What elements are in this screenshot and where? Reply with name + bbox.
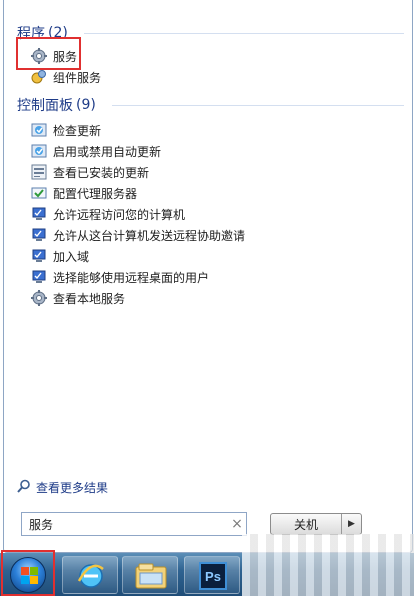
search-input[interactable]: 服务 × — [21, 512, 247, 536]
highlight-box — [16, 37, 81, 70]
installed-updates-icon — [31, 164, 47, 180]
see-more-results-link[interactable]: 查看更多结果 — [17, 478, 108, 496]
system-icon — [31, 248, 47, 264]
result-item-label: 启用或禁用自动更新 — [53, 144, 162, 159]
blurred-watermark — [242, 534, 414, 596]
remote-access-icon — [31, 206, 47, 222]
taskbar-photoshop-button[interactable]: Ps — [184, 556, 240, 594]
windows-update-icon — [31, 143, 47, 159]
triangle-right-icon[interactable]: ▶ — [341, 514, 361, 534]
remote-assist-icon — [31, 227, 47, 243]
result-item-label: 查看已安装的更新 — [53, 165, 150, 180]
result-item-remote-access[interactable]: 允许远程访问您的计算机 — [31, 204, 185, 224]
search-icon — [17, 479, 31, 496]
photoshop-icon: Ps — [199, 562, 227, 590]
result-item-installed-updates[interactable]: 查看已安装的更新 — [31, 162, 149, 182]
see-more-results-label: 查看更多结果 — [36, 480, 109, 495]
internet-explorer-icon — [76, 561, 106, 594]
windows-update-icon — [31, 122, 47, 138]
local-services-icon — [31, 290, 47, 306]
control-panel-group-count: (9) — [76, 97, 96, 113]
remote-desktop-users-icon — [31, 269, 47, 285]
shutdown-button-group: 关机 ▶ — [270, 513, 362, 535]
result-item-proxy[interactable]: 配置代理服务器 — [31, 183, 137, 203]
control-panel-group-header[interactable]: 控制面板 (9) — [17, 96, 96, 114]
highlight-box — [1, 550, 55, 596]
result-item-label: 配置代理服务器 — [53, 186, 138, 201]
search-input-value: 服务 — [29, 517, 54, 532]
result-item-label: 组件服务 — [53, 70, 102, 85]
taskbar-explorer-button[interactable] — [122, 556, 178, 594]
photoshop-label: Ps — [205, 568, 221, 584]
start-menu-search-panel: 程序 (2) 服务 组件服务 控制面板 (9) 检查更新 启用或禁用自动更新 查… — [3, 0, 413, 553]
group-divider — [84, 33, 404, 34]
shutdown-button[interactable]: 关机 — [271, 514, 341, 534]
start-menu-screen: 程序 (2) 服务 组件服务 控制面板 (9) 检查更新 启用或禁用自动更新 查… — [0, 0, 414, 596]
result-item-label: 允许从这台计算机发送远程协助邀请 — [53, 228, 246, 243]
result-item-local-services[interactable]: 查看本地服务 — [31, 288, 125, 308]
result-item-label: 查看本地服务 — [53, 291, 126, 306]
result-item-label: 允许远程访问您的计算机 — [53, 207, 186, 222]
result-item-remote-assist[interactable]: 允许从这台计算机发送远程协助邀请 — [31, 225, 245, 245]
control-panel-group-title: 控制面板 — [17, 98, 73, 114]
taskbar-ie-button[interactable] — [62, 556, 118, 594]
result-item-remote-desktop-users[interactable]: 选择能够使用远程桌面的用户 — [31, 267, 209, 287]
result-item-join-domain[interactable]: 加入域 — [31, 246, 89, 266]
proxy-settings-icon — [31, 185, 47, 201]
component-services-icon — [31, 69, 47, 85]
result-item-label: 加入域 — [53, 249, 90, 264]
result-item-check-updates[interactable]: 检查更新 — [31, 120, 101, 140]
file-explorer-icon — [135, 562, 167, 593]
result-item-auto-update[interactable]: 启用或禁用自动更新 — [31, 141, 161, 161]
group-divider — [112, 105, 404, 106]
result-item-label: 检查更新 — [53, 123, 102, 138]
result-item-component-services[interactable]: 组件服务 — [31, 67, 101, 87]
result-item-label: 选择能够使用远程桌面的用户 — [53, 270, 210, 285]
close-icon[interactable]: × — [228, 516, 246, 532]
